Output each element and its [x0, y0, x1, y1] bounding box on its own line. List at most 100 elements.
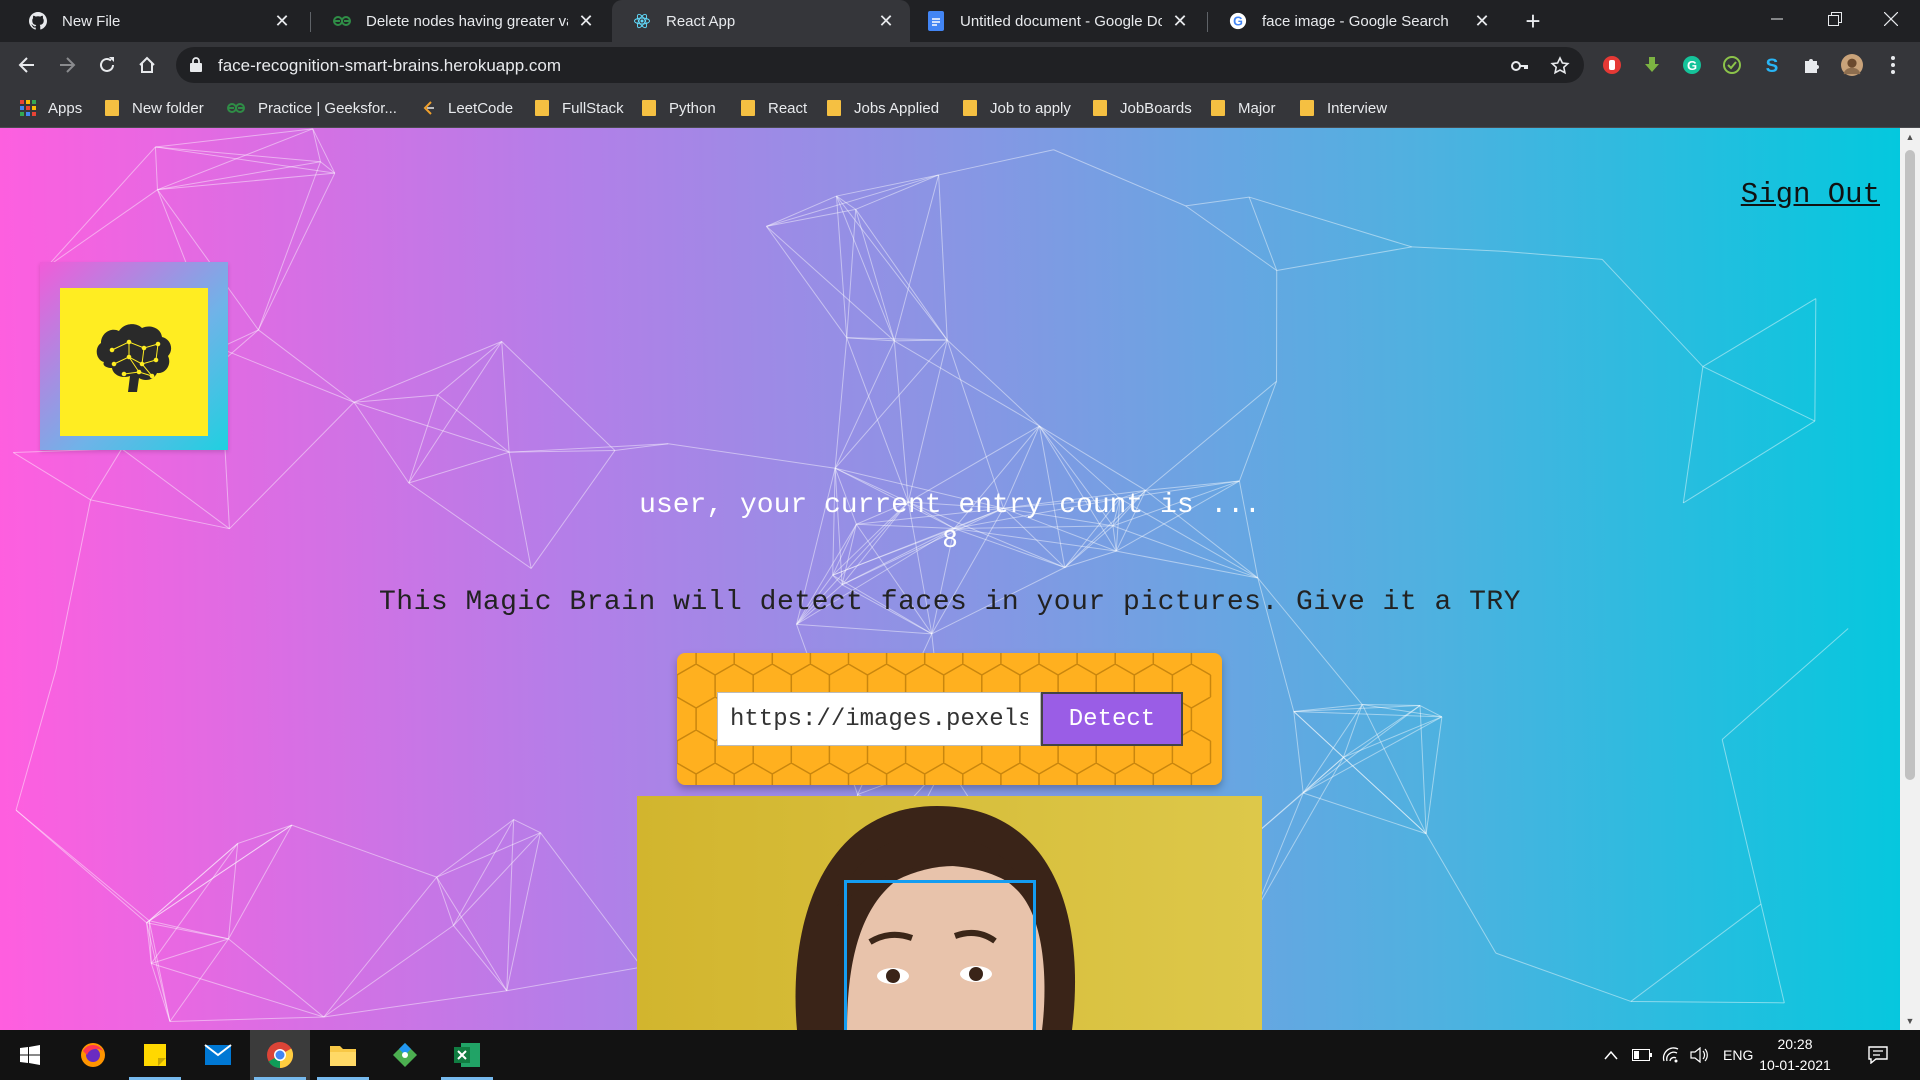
- svg-text:S: S: [1766, 56, 1779, 75]
- bookmark-label: LeetCode: [448, 99, 514, 117]
- chrome-icon[interactable]: [250, 1030, 310, 1080]
- forward-arrow-icon[interactable]: [53, 51, 81, 79]
- svg-text:G: G: [1687, 58, 1697, 73]
- close-tab-icon[interactable]: ✕: [1472, 11, 1492, 32]
- scroll-up-icon[interactable]: ▲: [1905, 132, 1915, 142]
- svg-text:G: G: [1233, 15, 1243, 29]
- sign-out-link[interactable]: Sign Out: [1741, 178, 1880, 211]
- bookmark-jobboards[interactable]: JobBoards: [1092, 88, 1192, 128]
- bookmark-label: FullStack: [562, 99, 624, 117]
- excel-icon[interactable]: [437, 1030, 497, 1080]
- bookmark-python[interactable]: Python: [641, 88, 716, 128]
- folder-icon: [1092, 100, 1108, 116]
- geeksforgeeks-icon: [332, 11, 352, 31]
- google-icon: G: [1228, 11, 1248, 31]
- folder-icon: [1210, 100, 1226, 116]
- image-link-form: Detect: [677, 653, 1222, 785]
- logo-card: [60, 288, 208, 436]
- bookmark-label: New folder: [132, 99, 204, 117]
- bookmark-label: Practice | Geeksfor...: [258, 99, 397, 117]
- close-tab-icon[interactable]: ✕: [576, 11, 596, 32]
- tab-title: Untitled document - Google Doc: [960, 12, 1162, 30]
- lock-icon[interactable]: [190, 57, 202, 77]
- bookmark-apps[interactable]: Apps: [20, 88, 82, 128]
- grammarly-icon[interactable]: G: [1681, 54, 1703, 76]
- bookmark-geeksforgeeks[interactable]: Practice | Geeksfor...: [226, 88, 397, 128]
- language-indicator[interactable]: ENG: [1723, 1030, 1753, 1080]
- bookmark-label: Interview: [1327, 99, 1388, 117]
- bookmark-job-to-apply[interactable]: Job to apply: [962, 88, 1071, 128]
- file-explorer-icon[interactable]: [313, 1030, 373, 1080]
- scroll-down-icon[interactable]: ▼: [1905, 1016, 1915, 1026]
- windows-start-icon[interactable]: [0, 1030, 60, 1080]
- tab-react-app[interactable]: React App ✕: [612, 0, 910, 42]
- profile-avatar[interactable]: [1841, 54, 1863, 76]
- system-clock[interactable]: 20:28 10-01-2021: [1752, 1034, 1838, 1076]
- google-docs-icon: [926, 11, 946, 31]
- bookmark-major[interactable]: Major: [1210, 88, 1276, 128]
- url-text: face-recognition-smart-brains.herokuapp.…: [218, 56, 561, 75]
- volume-icon[interactable]: [1690, 1030, 1708, 1080]
- back-arrow-icon[interactable]: [13, 51, 41, 79]
- wifi-icon[interactable]: [1662, 1030, 1680, 1080]
- mail-icon[interactable]: [188, 1030, 248, 1080]
- bookmark-interview[interactable]: Interview: [1299, 88, 1387, 128]
- detect-button[interactable]: Detect: [1041, 692, 1183, 746]
- folder-icon: [962, 100, 978, 116]
- bookmark-new-folder[interactable]: New folder: [104, 88, 204, 128]
- menu-dots-icon[interactable]: [1882, 54, 1904, 76]
- extensions-puzzle-icon[interactable]: [1801, 54, 1823, 76]
- close-tab-icon[interactable]: ✕: [272, 11, 292, 32]
- minimize-icon[interactable]: [1748, 0, 1806, 38]
- check-extension-icon[interactable]: [1721, 54, 1743, 76]
- windows-taskbar: ENG 20:28 10-01-2021: [0, 1030, 1920, 1080]
- hand-extension-icon[interactable]: [1601, 54, 1623, 76]
- close-tab-icon[interactable]: ✕: [876, 11, 896, 32]
- app-logo[interactable]: [40, 262, 228, 450]
- bookmark-react[interactable]: React: [740, 88, 807, 128]
- folder-icon: [826, 100, 842, 116]
- leetcode-icon: [420, 100, 436, 116]
- browser-toolbar: face-recognition-smart-brains.herokuapp.…: [0, 42, 1920, 88]
- notifications-icon[interactable]: [1868, 1030, 1888, 1080]
- bookmark-label: Job to apply: [990, 99, 1071, 117]
- bookmark-leetcode[interactable]: LeetCode: [420, 88, 513, 128]
- tab-new-file[interactable]: New File ✕: [8, 0, 306, 42]
- home-icon[interactable]: [133, 51, 161, 79]
- brain-icon: [96, 324, 172, 392]
- scrollbar-thumb[interactable]: [1905, 150, 1915, 780]
- tagline: This Magic Brain will detect faces in yo…: [379, 587, 1521, 618]
- folder-icon: [104, 100, 120, 116]
- github-icon: [28, 11, 48, 31]
- image-url-input[interactable]: [717, 692, 1041, 746]
- bookmark-jobs-applied[interactable]: Jobs Applied: [826, 88, 939, 128]
- folder-icon: [641, 100, 657, 116]
- close-tab-icon[interactable]: ✕: [1170, 11, 1190, 32]
- bookmarks-bar: Apps New folder Practice | Geeksfor... L…: [0, 88, 1920, 128]
- bookmark-fullstack[interactable]: FullStack: [534, 88, 624, 128]
- show-hidden-icons[interactable]: [1604, 1030, 1618, 1080]
- tab-title: New File: [62, 12, 121, 30]
- sticky-notes-icon[interactable]: [125, 1030, 185, 1080]
- key-icon[interactable]: [1510, 56, 1530, 76]
- download-extension-icon[interactable]: [1641, 54, 1663, 76]
- close-window-icon[interactable]: [1862, 0, 1920, 38]
- git-icon[interactable]: [375, 1030, 435, 1080]
- apps-grid-icon: [20, 100, 36, 116]
- folder-icon: [740, 100, 756, 116]
- s-extension-icon[interactable]: S: [1761, 54, 1783, 76]
- entry-count-value: 8: [942, 525, 958, 555]
- face-image: [637, 796, 1262, 1030]
- reload-icon[interactable]: [93, 51, 121, 79]
- restore-icon[interactable]: [1806, 0, 1864, 38]
- tab-google-search[interactable]: G face image - Google Search ✕: [1208, 0, 1506, 42]
- bookmark-star-icon[interactable]: [1550, 56, 1570, 76]
- tab-delete-nodes[interactable]: Delete nodes having greater valu ✕: [312, 0, 610, 42]
- firefox-icon[interactable]: [63, 1030, 123, 1080]
- tab-google-docs[interactable]: Untitled document - Google Doc ✕: [906, 0, 1204, 42]
- new-tab-button[interactable]: +: [1520, 8, 1546, 34]
- address-bar[interactable]: face-recognition-smart-brains.herokuapp.…: [176, 47, 1584, 83]
- battery-icon[interactable]: [1632, 1030, 1652, 1080]
- page-scrollbar[interactable]: ▲ ▼: [1900, 128, 1920, 1030]
- bookmark-label: Python: [669, 99, 716, 117]
